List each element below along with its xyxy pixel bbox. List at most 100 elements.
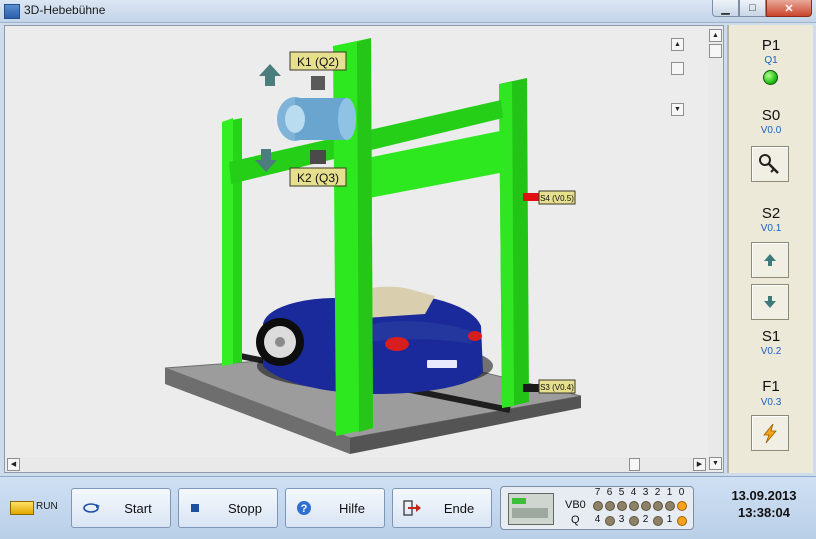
pillar-front-left-shade [357,38,373,432]
control-bar: RUN Start Stopp ? Hilfe Ende VB0 Q 7 6 5… [0,476,816,539]
io-sidebar: P1 Q1 S0 V0.0 S2 V0.1 S1 V0.2 F1 V0.3 [727,25,813,473]
arrow-down-icon [764,296,776,308]
ende-button[interactable]: Ende [392,488,492,528]
ende-label: Ende [443,501,475,516]
f1-fault-button[interactable] [751,415,789,451]
car [256,286,493,394]
bit-4: 4 [630,487,637,498]
label-k1: K1 (Q2) [297,55,339,69]
minimize-icon: ▁ [721,2,730,15]
vertical-scrollbar[interactable]: ▲ ▼ [708,29,723,470]
bit-7: 7 [594,487,601,498]
triangle-up-icon: ▲ [712,32,719,39]
scene-zoom-blank-button[interactable] [671,62,684,75]
triangle-right-icon: ▶ [696,461,703,468]
arrow-up-k1 [259,64,281,86]
f1-address: V0.3 [760,397,782,408]
vb0-led-3 [641,501,651,511]
minimize-button[interactable]: ▁ [712,0,739,17]
close-button[interactable]: ✕ [766,0,812,17]
vb0-led-6 [605,501,615,511]
bit-2: 2 [654,487,661,498]
hilfe-button[interactable]: ? Hilfe [285,488,385,528]
bit-6: 6 [606,487,613,498]
label-k2: K2 (Q3) [297,171,339,185]
key-icon [759,154,779,174]
s1-down-button[interactable] [751,284,789,320]
svg-text:?: ? [301,503,308,515]
stopp-button[interactable]: Stopp [178,488,278,528]
hilfe-label: Hilfe [338,501,365,516]
bit-0: 0 [678,487,685,498]
f1-label: F1 [762,378,780,395]
triangle-up-icon: ▲ [674,41,681,48]
start-label: Start [124,501,152,516]
scroll-right-button[interactable]: ▶ [693,458,706,471]
sensor-s3-marker [523,384,539,392]
vb0-led-2 [653,501,663,511]
p1-address: Q1 [764,55,778,66]
maximize-icon: □ [749,2,756,14]
vb0-led-1 [665,501,675,511]
start-loop-icon [83,503,100,513]
run-label: RUN [36,501,58,512]
scene-zoom-down-button[interactable]: ▼ [671,103,684,116]
s1-address: V0.2 [760,346,782,357]
q-bit-3: 3 [618,514,625,525]
s0-address: V0.0 [760,125,782,136]
run-lamp [10,501,34,515]
arrow-up-icon [764,254,776,266]
lift-scene: K1 (Q2) K2 (Q3) S4 (V0.5) S3 (V0.4) [164,38,582,454]
horizontal-scroll-thumb[interactable] [629,458,640,471]
scroll-down-button[interactable]: ▼ [709,457,722,470]
vb0-label: VB0 [565,499,586,511]
s0-label: S0 [761,107,781,124]
q-bit-4: 4 [594,514,601,525]
scroll-up-button[interactable]: ▲ [709,29,722,42]
q-led-4 [605,516,615,526]
horizontal-scrollbar[interactable]: ◀ ▶ [7,457,707,472]
vb0-led-0 [677,501,687,511]
scroll-left-button[interactable]: ◀ [7,458,20,471]
triangle-down-icon: ▼ [674,106,681,113]
vb0-led-7 [593,501,603,511]
lightning-icon [763,423,777,444]
q-bit-1: 1 [666,514,673,525]
date-display: 13.09.2013 [731,488,797,503]
s2-label: S2 [761,205,781,222]
s0-key-switch-button[interactable] [751,146,789,182]
exit-door-icon [403,500,421,516]
plc-device-icon [508,493,554,525]
p1-lamp-indicator [763,70,778,85]
label-s4: S4 (V0.5) [540,194,574,203]
title-bar: 3D-Hebebühne ▁ □ ✕ [0,0,816,23]
vertical-scroll-thumb[interactable] [709,44,722,58]
scene-zoom-up-button[interactable]: ▲ [671,38,684,51]
bit-5: 5 [618,487,625,498]
s1-label: S1 [761,328,781,345]
q-led-3 [629,516,639,526]
time-display: 13:38:04 [737,505,791,520]
start-button[interactable]: Start [71,488,171,528]
q-led-2 [653,516,663,526]
triangle-down-icon: ▼ [712,460,719,467]
stop-square-icon [191,504,199,512]
p1-label: P1 [761,37,781,54]
q-label: Q [571,514,580,526]
pillar-back-left-face [222,118,233,366]
close-icon: ✕ [784,2,794,15]
bit-1: 1 [666,487,673,498]
bit-3: 3 [642,487,649,498]
triangle-left-icon: ◀ [10,461,17,468]
maximize-button[interactable]: □ [739,0,766,17]
s2-up-button[interactable] [751,242,789,278]
sensor-s4-marker [523,193,539,201]
q-bit-2: 2 [642,514,649,525]
3d-viewport[interactable]: K1 (Q2) K2 (Q3) S4 (V0.5) S3 (V0.4) ▲ ▼ … [4,25,724,473]
stopp-label: Stopp [228,501,262,516]
app-icon [4,4,20,19]
window-title: 3D-Hebebühne [24,3,106,17]
vb0-led-4 [629,501,639,511]
label-s3: S3 (V0.4) [540,383,574,392]
plc-status-panel: VB0 Q 7 6 5 4 3 2 1 0 4 3 2 1 [500,486,694,530]
